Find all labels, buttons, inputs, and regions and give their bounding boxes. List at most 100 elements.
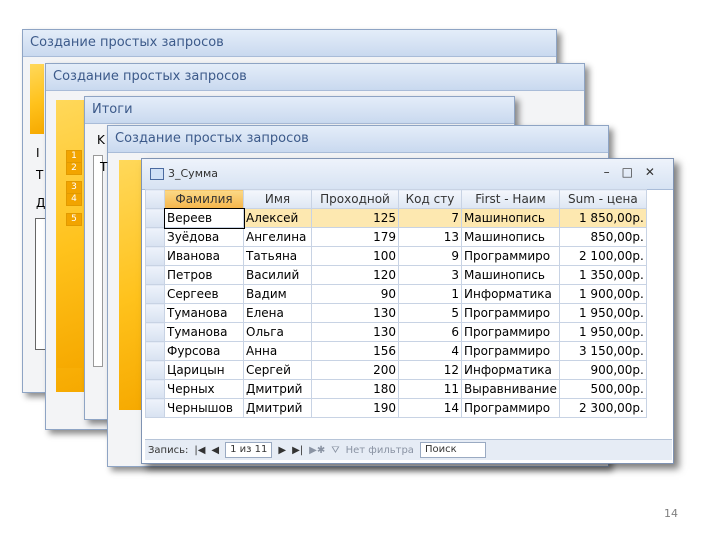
table-cell[interactable]: Елена (243, 303, 312, 323)
column-header[interactable]: Имя (243, 189, 312, 209)
table-cell[interactable]: 180 (311, 379, 399, 399)
table-cell[interactable]: 14 (398, 398, 462, 418)
table-row[interactable]: Фурсова Анна 156 4 Программиро 3 150,00р… (145, 341, 647, 361)
table-row[interactable]: Туманова Елена 130 5 Программиро 1 950,0… (145, 303, 647, 323)
row-selector[interactable] (145, 246, 165, 266)
table-cell[interactable]: Чернышов (164, 398, 244, 418)
record-position-input[interactable]: 1 из 11 (225, 442, 273, 458)
table-cell[interactable]: Черных (164, 379, 244, 399)
filter-status[interactable]: Нет фильтра (346, 445, 414, 456)
column-header[interactable]: Код сту (398, 189, 462, 209)
next-record-icon[interactable]: ▶ (278, 445, 286, 456)
table-cell[interactable]: 2 100,00р. (558, 246, 647, 266)
table-cell[interactable]: Татьяна (243, 246, 312, 266)
select-all-cell[interactable] (145, 189, 165, 209)
table-cell[interactable]: 3 150,00р. (558, 341, 647, 361)
table-cell[interactable]: 900,00р. (558, 360, 647, 380)
table-cell[interactable]: 200 (311, 360, 399, 380)
search-input[interactable]: Поиск (419, 442, 486, 458)
table-cell[interactable]: Ангелина (243, 227, 312, 247)
table-cell[interactable]: 1 (398, 284, 462, 304)
table-cell[interactable]: 190 (311, 398, 399, 418)
table-cell[interactable]: Вереев (163, 207, 245, 229)
table-cell[interactable]: Машинопись (461, 265, 560, 285)
row-selector[interactable] (145, 208, 165, 228)
table-row[interactable]: Петров Василий 120 3 Машинопись 1 350,00… (145, 265, 647, 285)
row-selector[interactable] (145, 303, 165, 323)
table-cell[interactable]: 2 300,00р. (558, 398, 647, 418)
row-selector[interactable] (145, 227, 165, 247)
last-record-icon[interactable]: ▶| (292, 445, 303, 456)
table-cell[interactable]: Программиро (461, 246, 560, 266)
table-cell[interactable]: 1 900,00р. (558, 284, 647, 304)
table-cell[interactable]: 179 (311, 227, 399, 247)
table-row[interactable]: Иванова Татьяна 100 9 Программиро 2 100,… (145, 246, 647, 266)
table-row[interactable]: Чернышов Дмитрий 190 14 Программиро 2 30… (145, 398, 647, 418)
table-cell[interactable]: Сергеев (164, 284, 244, 304)
table-cell[interactable]: Иванова (164, 246, 244, 266)
table-row[interactable]: Черных Дмитрий 180 11 Выравнивание 500,0… (145, 379, 647, 399)
table-cell[interactable]: Дмитрий (243, 398, 312, 418)
table-cell[interactable]: 130 (311, 303, 399, 323)
first-record-icon[interactable]: |◀ (194, 445, 205, 456)
table-cell[interactable]: Вадим (243, 284, 312, 304)
table-cell[interactable]: 5 (398, 303, 462, 323)
prev-record-icon[interactable]: ◀ (211, 445, 219, 456)
row-selector[interactable] (145, 341, 165, 361)
table-cell[interactable]: 12 (398, 360, 462, 380)
table-cell[interactable]: Анна (243, 341, 312, 361)
table-row[interactable]: Зуёдова Ангелина 179 13 Машинопись 850,0… (145, 227, 647, 247)
table-cell[interactable]: 6 (398, 322, 462, 342)
table-cell[interactable]: Машинопись (461, 208, 560, 228)
table-cell[interactable]: 120 (311, 265, 399, 285)
table-cell[interactable]: Зуёдова (164, 227, 244, 247)
new-record-icon[interactable]: ▶✱ (309, 445, 325, 456)
row-selector[interactable] (145, 379, 165, 399)
row-selector[interactable] (145, 398, 165, 418)
column-header[interactable]: First - Наим (461, 189, 560, 209)
row-selector[interactable] (145, 322, 165, 342)
table-cell[interactable]: Программиро (461, 398, 560, 418)
table-cell[interactable]: Дмитрий (243, 379, 312, 399)
table-cell[interactable]: Машинопись (461, 227, 560, 247)
column-header[interactable]: Проходной (311, 189, 399, 209)
table-cell[interactable]: 11 (398, 379, 462, 399)
table-cell[interactable]: Программиро (461, 322, 560, 342)
table-cell[interactable]: Алексей (243, 208, 312, 228)
table-row[interactable]: Сергеев Вадим 90 1 Информатика 1 900,00р… (145, 284, 647, 304)
table-cell[interactable]: 3 (398, 265, 462, 285)
table-cell[interactable]: Туманова (164, 322, 244, 342)
table-cell[interactable]: 1 850,00р. (558, 208, 647, 228)
table-cell[interactable]: Фурсова (164, 341, 244, 361)
column-header[interactable]: Фамилия (164, 189, 244, 209)
table-cell[interactable]: 125 (311, 208, 399, 228)
table-cell[interactable]: Василий (243, 265, 312, 285)
table-cell[interactable]: 100 (311, 246, 399, 266)
table-cell[interactable]: 90 (311, 284, 399, 304)
table-cell[interactable]: Туманова (164, 303, 244, 323)
table-cell[interactable]: Царицын (164, 360, 244, 380)
table-cell[interactable]: 9 (398, 246, 462, 266)
table-row[interactable]: Туманова Ольга 130 6 Программиро 1 950,0… (145, 322, 647, 342)
table-cell[interactable]: 130 (311, 322, 399, 342)
table-cell[interactable]: Информатика (461, 360, 560, 380)
table-cell[interactable]: 13 (398, 227, 462, 247)
table-cell[interactable]: Программиро (461, 303, 560, 323)
table-cell[interactable]: 500,00р. (558, 379, 647, 399)
table-row[interactable]: Царицын Сергей 200 12 Информатика 900,00… (145, 360, 647, 380)
table-cell[interactable]: Петров (164, 265, 244, 285)
table-cell[interactable]: 156 (311, 341, 399, 361)
table-cell[interactable]: 1 950,00р. (558, 303, 647, 323)
table-cell[interactable]: Ольга (243, 322, 312, 342)
table-cell[interactable]: Информатика (461, 284, 560, 304)
row-selector[interactable] (145, 360, 165, 380)
table-cell[interactable]: 1 350,00р. (558, 265, 647, 285)
table-cell[interactable]: Выравнивание (461, 379, 560, 399)
table-cell[interactable]: 4 (398, 341, 462, 361)
column-header[interactable]: Sum - цена (558, 189, 647, 209)
table-cell[interactable]: Сергей (243, 360, 312, 380)
table-cell[interactable]: 7 (398, 208, 462, 228)
window-controls[interactable]: –□✕ (604, 165, 667, 179)
row-selector[interactable] (145, 284, 165, 304)
table-cell[interactable]: 850,00р. (558, 227, 647, 247)
